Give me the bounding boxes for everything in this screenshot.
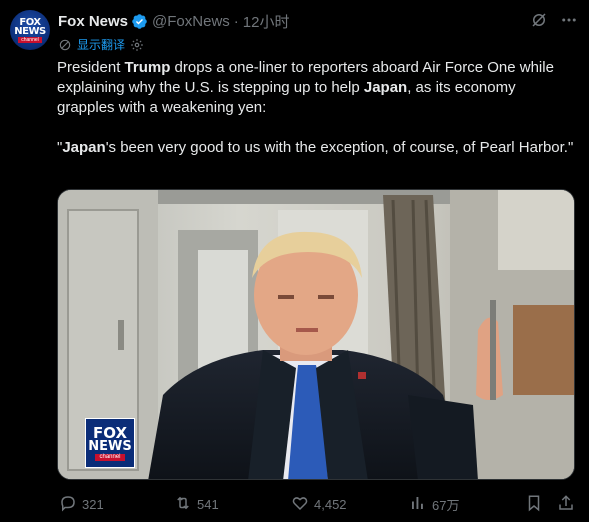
show-translation-link[interactable]: 显示翻译 — [77, 36, 125, 53]
logo-line2: NEWS — [88, 438, 132, 454]
separator-dot: · — [233, 12, 239, 30]
logo-line3: channel — [95, 453, 125, 461]
video-frame — [58, 190, 574, 479]
repost-button[interactable]: 541 — [174, 494, 219, 514]
share-icon — [557, 494, 575, 515]
reply-button[interactable]: 321 — [59, 494, 104, 514]
text-bold-japan: Japan — [363, 79, 408, 96]
reply-count: 321 — [82, 496, 104, 512]
translate-row: 显示翻译 — [58, 36, 144, 53]
more-icon[interactable] — [559, 10, 579, 30]
text-bold-trump: Trump — [124, 59, 171, 76]
views-button[interactable]: 67万 — [409, 494, 459, 514]
bookmark-button[interactable] — [525, 494, 543, 514]
text-run: President — [57, 59, 125, 76]
avatar[interactable]: FOX NEWS channel — [10, 10, 50, 50]
tweet-header: Fox News @FoxNews · 12小时 — [58, 11, 289, 31]
like-button[interactable]: 4,452 — [291, 494, 347, 514]
action-bar: 321 541 4,452 67万 — [57, 494, 579, 514]
tweet-text: President Trump drops a one-liner to rep… — [57, 58, 577, 158]
like-icon — [291, 494, 309, 515]
avatar-logo-line3: channel — [18, 36, 42, 43]
text-bold-japan: Japan — [62, 139, 106, 156]
author-handle[interactable]: @FoxNews — [152, 13, 230, 30]
repost-icon — [174, 494, 192, 515]
tweet-paragraph-2: "Japan's been very good to us with the e… — [57, 138, 577, 158]
like-count: 4,452 — [314, 496, 347, 512]
tweet-time[interactable]: 12小时 — [243, 11, 290, 32]
reply-icon — [59, 494, 77, 515]
tweet-paragraph-1: President Trump drops a one-liner to rep… — [57, 58, 577, 118]
settings-icon[interactable] — [130, 38, 144, 52]
avatar-logo-line2: NEWS — [14, 25, 46, 37]
bookmark-icon — [525, 494, 543, 515]
author-name[interactable]: Fox News — [58, 13, 128, 30]
views-icon — [409, 494, 427, 515]
views-count: 67万 — [432, 497, 460, 513]
fox-news-logo: FOX NEWS channel — [85, 418, 135, 468]
translate-icon — [58, 38, 72, 52]
share-button[interactable] — [557, 494, 575, 514]
repost-count: 541 — [197, 496, 219, 512]
tweet-video[interactable]: FOX NEWS channel — [57, 189, 575, 480]
text-run: 's been very good to us with the excepti… — [105, 139, 574, 156]
top-right-actions — [529, 10, 579, 30]
logo-line1: FOX — [92, 423, 128, 442]
verified-badge-icon — [131, 13, 148, 30]
grok-icon[interactable] — [529, 10, 549, 30]
